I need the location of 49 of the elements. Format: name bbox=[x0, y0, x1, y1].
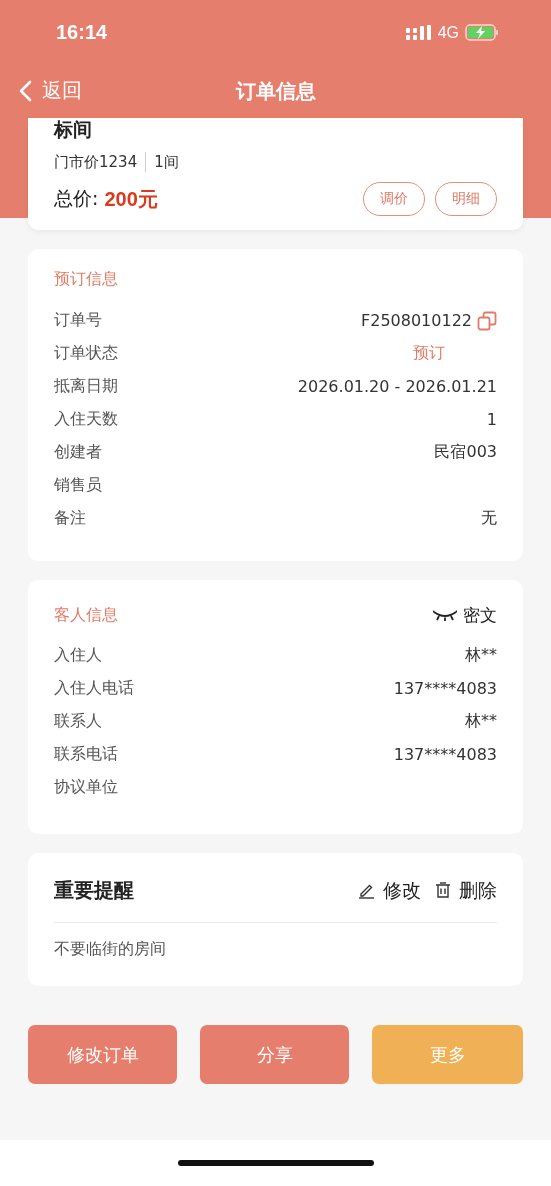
signal-icon bbox=[405, 24, 432, 41]
edit-button[interactable]: 修改 bbox=[358, 877, 421, 904]
field-value: 2026.01.20 - 2026.01.21 bbox=[297, 377, 497, 396]
back-button[interactable]: 返回 bbox=[18, 77, 82, 104]
section-title: 客人信息 bbox=[54, 605, 118, 626]
closed-eye-icon bbox=[433, 609, 457, 622]
action-button[interactable]: 分享 bbox=[200, 1025, 349, 1084]
field-label: 入住人电话 bbox=[54, 678, 134, 699]
field-value: 无 bbox=[481, 508, 497, 529]
action-button[interactable]: 修改订单 bbox=[28, 1025, 177, 1084]
field-value: 民宿003 bbox=[434, 442, 497, 463]
field-value: 林** bbox=[465, 645, 497, 666]
delete-button[interactable]: 删除 bbox=[435, 877, 497, 904]
field-label: 抵离日期 bbox=[54, 376, 118, 397]
status-time: 16:14 bbox=[56, 21, 108, 44]
field-value: 1 bbox=[486, 410, 497, 429]
field-label: 销售员 bbox=[54, 475, 102, 496]
field-value: F2508010122 bbox=[361, 311, 472, 330]
room-name: 标间 bbox=[54, 118, 93, 140]
total-price: 200元 bbox=[104, 186, 158, 212]
battery-charging-icon bbox=[465, 24, 499, 41]
field-label: 联系电话 bbox=[54, 744, 118, 765]
copy-icon[interactable] bbox=[477, 310, 497, 331]
action-button[interactable]: 更多 bbox=[372, 1025, 523, 1084]
field-label: 入住天数 bbox=[54, 409, 118, 430]
masked-toggle[interactable]: 密文 bbox=[433, 604, 497, 627]
field-label: 协议单位 bbox=[54, 777, 118, 798]
field-value: 137****4083 bbox=[393, 745, 497, 764]
network-label: 4G bbox=[437, 23, 459, 42]
field-label: 入住人 bbox=[54, 645, 102, 666]
trash-icon bbox=[435, 882, 451, 899]
field-label: 备注 bbox=[54, 508, 86, 529]
room-count: 1间 bbox=[154, 152, 179, 172]
total-label: 总价: bbox=[54, 186, 99, 211]
field-value: 137****4083 bbox=[393, 679, 497, 698]
pencil-icon bbox=[358, 882, 375, 899]
field-value: 林** bbox=[465, 711, 497, 732]
field-label: 联系人 bbox=[54, 711, 102, 732]
field-label: 订单号 bbox=[54, 310, 102, 331]
field-label: 创建者 bbox=[54, 442, 102, 463]
outline-button[interactable]: 明细 bbox=[435, 182, 497, 216]
outline-button[interactable]: 调价 bbox=[363, 182, 425, 216]
page-title: 订单信息 bbox=[235, 78, 316, 105]
reminder-text: 不要临街的房间 bbox=[54, 939, 167, 960]
field-label: 订单状态 bbox=[54, 343, 118, 364]
section-title: 预订信息 bbox=[54, 269, 119, 290]
back-chevron-icon bbox=[18, 79, 32, 102]
rack-price: 门市价1234 bbox=[54, 152, 138, 172]
reminder-title: 重要提醒 bbox=[54, 877, 134, 904]
